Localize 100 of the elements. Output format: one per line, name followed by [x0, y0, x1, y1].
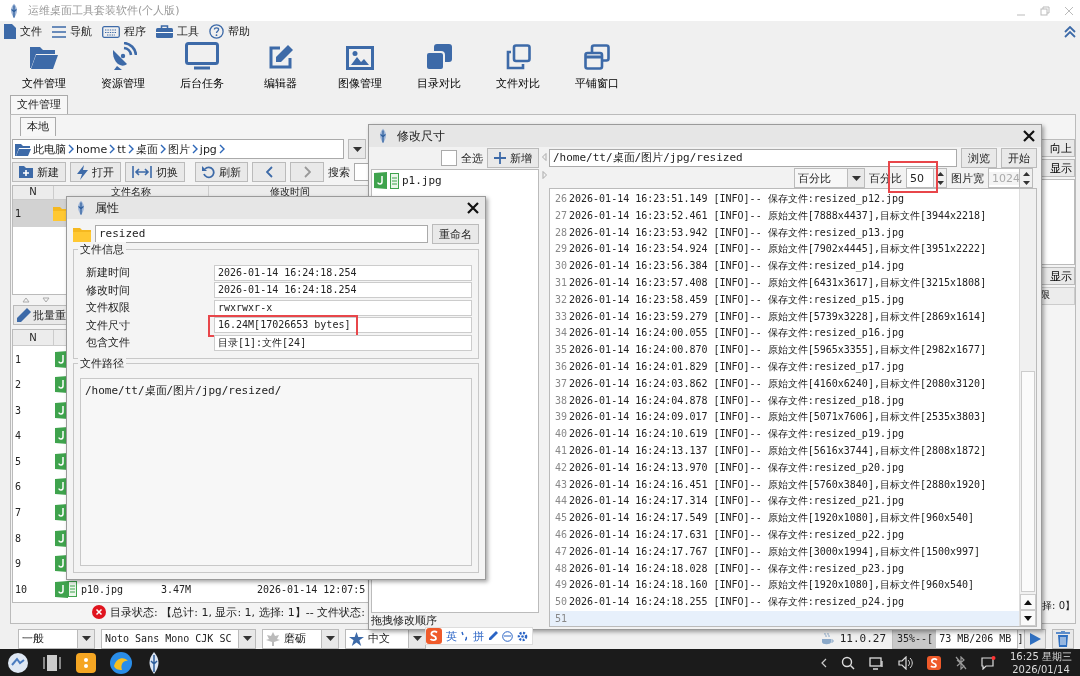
toolbar-button[interactable]: 刷新 — [195, 162, 248, 183]
dropdown[interactable]: 中文 — [345, 628, 426, 649]
log-text: 2026-01-14 16:23:57.408 [INFO]-- 原始文件[6431x3617],目标文件[3215x1808] — [569, 276, 987, 290]
value-field: 目录[1]:文件[24] — [214, 334, 472, 351]
line-number: 29 — [553, 242, 567, 257]
log-text: 2026-01-14 16:23:56.384 [INFO]-- 保存文件:resized_p14.jpg — [569, 259, 904, 274]
table-cell-text: 2 — [14, 379, 23, 391]
line-number: 39 — [553, 410, 567, 425]
path-field[interactable]: /home/tt/桌面/图片/jpg/resized — [549, 149, 957, 167]
toolbar-button[interactable]: 切换 — [125, 162, 185, 183]
table-cell-text: 8 — [14, 532, 23, 544]
value-field: 2026-01-14 16:24:18.254 — [214, 282, 472, 299]
group-title: 文件路径 — [78, 355, 126, 371]
breadcrumb-item[interactable]: tt — [117, 142, 126, 156]
log-text: 2026-01-14 16:23:51.149 [INFO]-- 保存文件:resized_p12.jpg — [569, 192, 904, 207]
log-text: 2026-01-14 16:24:00.055 [INFO]-- 保存文件:resized_p16.jpg — [569, 326, 904, 341]
checkbox-label: 全选 — [461, 150, 483, 166]
field-label: 文件尺寸 — [86, 317, 131, 333]
column-header[interactable]: N — [13, 330, 54, 346]
rename-button[interactable]: 重命名 — [432, 224, 479, 244]
number-field[interactable]: 50 — [906, 168, 947, 188]
log-text: 2026-01-14 16:24:17.767 [INFO]-- 原始文件[3000x1994],目标文件[1500x997] — [569, 544, 981, 559]
toolbar-button[interactable]: 文件管理 — [4, 42, 83, 96]
dialog-title: 属性 — [95, 199, 119, 217]
line-number: 47 — [553, 544, 567, 559]
log-text: 2026-01-14 16:23:52.461 [INFO]-- 原始文件[7888x4437],目标文件[3944x2218] — [569, 208, 987, 223]
line-number: 37 — [553, 376, 567, 391]
tab[interactable]: 本地 — [20, 117, 56, 137]
input-mode-text[interactable]: 拼 — [473, 628, 484, 644]
toolbar-button[interactable]: 平铺窗口 — [557, 42, 636, 96]
dropdown[interactable]: 磨砺 — [262, 628, 339, 649]
file-item[interactable]: p1.jpg — [374, 172, 536, 189]
table-cell-text: 1 — [14, 208, 23, 220]
status-text: 目录状态: 【总计: 1, 显示: 1, 选择: 1】-- 文件状态: — [110, 604, 365, 620]
log-text: 2026-01-14 16:24:09.017 [INFO]-- 原始文件[5071x7606],目标文件[2535x3803] — [569, 410, 987, 425]
dialog-button[interactable]: 开始 — [1001, 148, 1037, 168]
log-text: 2026-01-14 16:24:04.878 [INFO]-- 保存文件:resized_p18.jpg — [569, 393, 904, 409]
line-number: 34 — [553, 326, 567, 341]
line-number: 31 — [553, 276, 567, 290]
dropdown[interactable]: 百分比 — [794, 168, 865, 188]
line-number: 38 — [553, 393, 567, 408]
breadcrumb-item[interactable]: 图片 — [167, 141, 190, 157]
menu-item[interactable]: 帮助 — [209, 24, 250, 40]
name-field[interactable]: resized — [95, 225, 428, 243]
column-header[interactable]: N — [13, 186, 54, 200]
table-cell-text: 1 — [14, 353, 23, 365]
breadcrumb-item[interactable]: jpg — [199, 142, 217, 156]
input-mode-text[interactable]: 英 — [446, 628, 457, 644]
toolbar-button[interactable]: 后台任务 — [162, 42, 241, 96]
add-button[interactable]: 新增 — [487, 148, 539, 168]
line-number: 49 — [553, 578, 567, 593]
toolbar-button[interactable]: 图像管理 — [320, 42, 399, 96]
log-text: 2026-01-14 16:24:17.549 [INFO]-- 原始文件[1920x1080],目标文件[960x540] — [569, 511, 975, 526]
log-text: 2026-01-14 16:24:18.028 [INFO]-- 保存文件:resized_p23.jpg — [569, 561, 904, 577]
log-text: 2026-01-14 16:24:13.970 [INFO]-- 保存文件:resized_p20.jpg — [569, 460, 904, 476]
line-number: 43 — [553, 477, 567, 492]
value-field: rwxrwxr-x — [214, 299, 472, 316]
field-label: 包含文件 — [86, 335, 131, 351]
toolbar-button[interactable]: 编辑器 — [241, 42, 320, 96]
toolbar-button[interactable]: 打开 — [70, 162, 121, 183]
breadcrumb-item[interactable]: 桌面 — [135, 141, 158, 157]
toolbar-button[interactable]: 新建 — [12, 162, 66, 183]
dialog-title: 修改尺寸 — [397, 127, 445, 145]
dropdown[interactable]: 一般 — [18, 628, 95, 649]
table-cell-text: 2026-01-14 12:07:5 — [256, 583, 366, 595]
log-text: 2026-01-14 16:24:18.255 [INFO]-- 保存文件:resized_p24.jpg — [569, 595, 904, 610]
menu-item[interactable]: 程序 — [102, 24, 146, 40]
path-text-area[interactable]: /home/tt/桌面/图片/jpg/resized/ — [80, 377, 472, 566]
tab[interactable]: 文件管理 — [10, 95, 68, 115]
field-label: 新建时间 — [86, 265, 131, 281]
field-label: 图片宽 — [951, 170, 984, 186]
breadcrumb-item[interactable]: home — [76, 142, 108, 156]
dialog-button[interactable]: 浏览 — [961, 148, 997, 168]
toolbar-button[interactable]: 目录对比 — [399, 42, 478, 96]
line-number: 46 — [553, 527, 567, 542]
line-number: 48 — [553, 561, 567, 576]
log-text: 2026-01-14 16:23:53.942 [INFO]-- 保存文件:resized_p13.jpg — [569, 225, 904, 241]
field-label: 文件权限 — [86, 300, 131, 316]
breadcrumb-item[interactable]: 此电脑 — [33, 141, 66, 157]
line-number: 41 — [553, 443, 567, 458]
table-cell-text: 10 — [14, 583, 29, 595]
table-cell-text: 7 — [14, 507, 23, 519]
toolbar-button[interactable]: 文件对比 — [478, 42, 557, 96]
log-text: 2026-01-14 16:24:03.862 [INFO]-- 原始文件[4160x6240],目标文件[2080x3120] — [569, 376, 987, 391]
table-cell-text: p10.jpg — [80, 583, 125, 595]
menu-item[interactable]: 文件 — [4, 24, 42, 40]
line-number: 30 — [553, 259, 567, 274]
log-text: 2026-01-14 16:24:18.160 [INFO]-- 原始文件[1920x1080],目标文件[960x540] — [569, 578, 975, 593]
menu-item[interactable]: 工具 — [156, 24, 199, 40]
menu-item[interactable]: 导航 — [52, 24, 92, 40]
toolbar-button[interactable]: 资源管理 — [83, 42, 162, 96]
log-text: 2026-01-14 16:23:59.279 [INFO]-- 原始文件[5739x3228],目标文件[2869x1614] — [569, 309, 987, 324]
value-field: 2026-01-14 16:24:18.254 — [214, 264, 472, 281]
line-number: 33 — [553, 309, 567, 324]
version-text: 11.0.27 — [839, 632, 886, 646]
log-text: 2026-01-14 16:24:17.314 [INFO]-- 保存文件:resized_p21.jpg — [569, 494, 904, 509]
log-text: 2026-01-14 16:23:58.459 [INFO]-- 保存文件:resized_p15.jpg — [569, 292, 904, 308]
dropdown[interactable]: Noto Sans Mono CJK SC — [101, 628, 256, 649]
clock[interactable]: 16:25 星期三 2026/01/14 — [1010, 649, 1072, 676]
line-number: 27 — [553, 208, 567, 223]
